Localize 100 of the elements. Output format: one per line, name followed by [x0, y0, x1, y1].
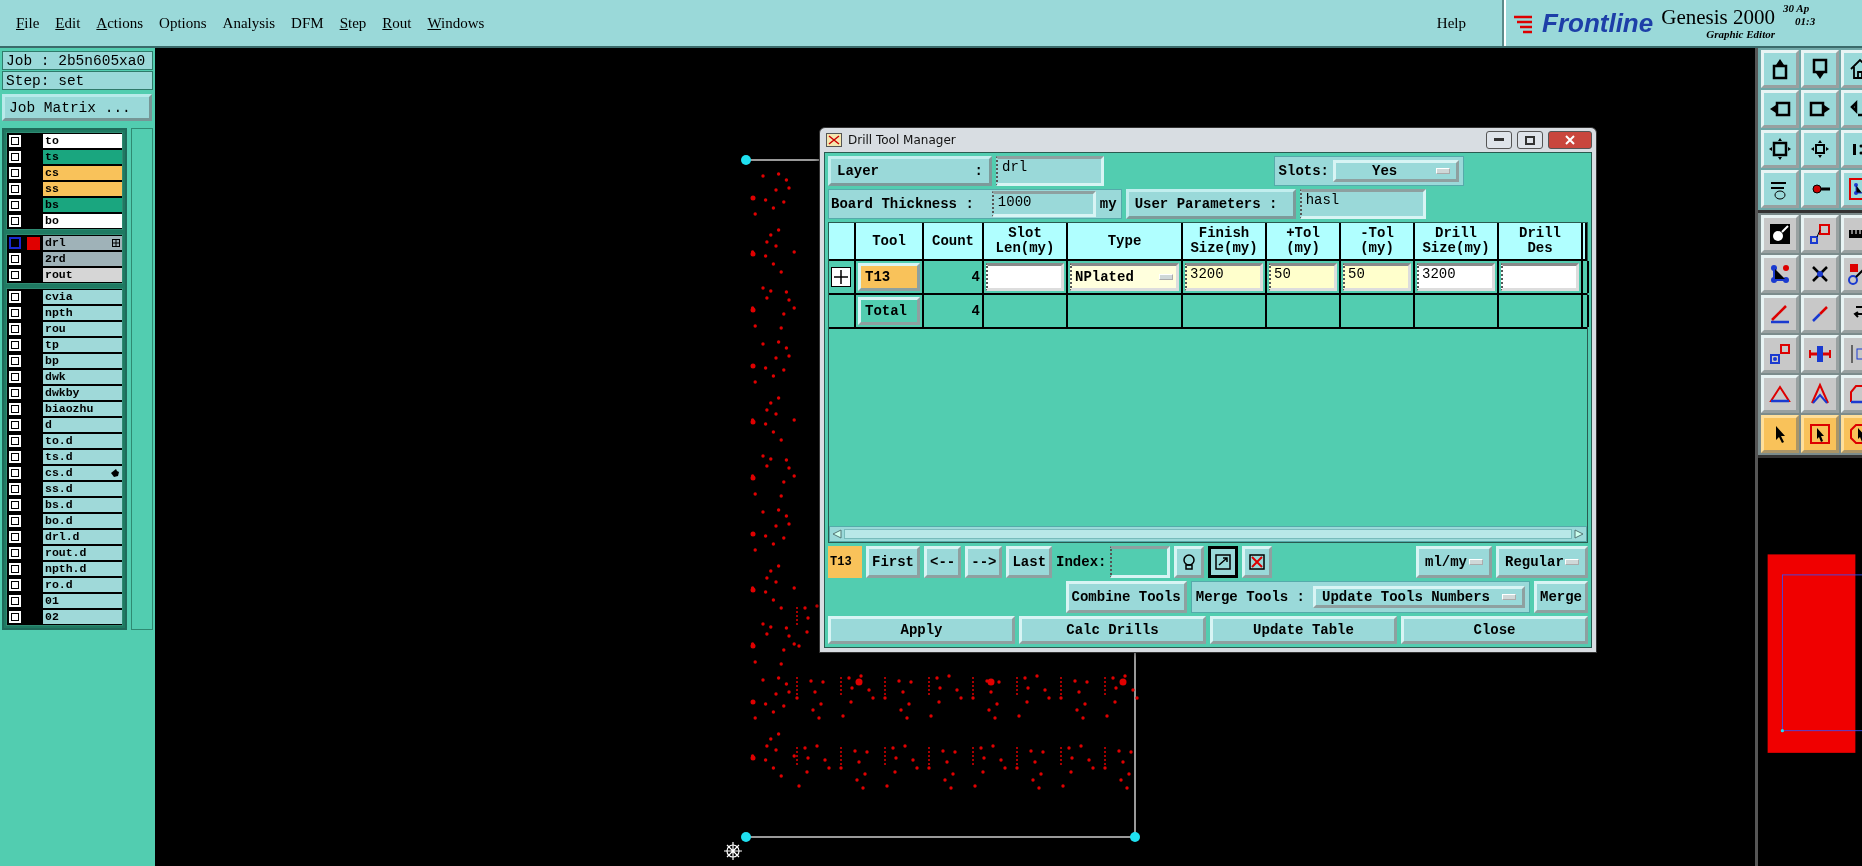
layer-item[interactable]: d: [43, 417, 122, 433]
action-button[interactable]: Close: [1401, 616, 1588, 644]
navigation-button[interactable]: -->: [965, 546, 1003, 578]
layer-item[interactable]: ss: [43, 181, 122, 197]
help-menu[interactable]: Help: [1428, 12, 1474, 34]
type-dropdown[interactable]: NPlated: [1070, 263, 1179, 291]
menu-item[interactable]: Step: [331, 12, 375, 34]
layer-item[interactable]: rou: [43, 321, 122, 337]
triangle-tool-button[interactable]: [1761, 375, 1799, 413]
box-up-tool-button[interactable]: [1761, 50, 1799, 88]
layer-checkbox[interactable]: [9, 237, 21, 249]
plus-tolerance-field[interactable]: 50: [1269, 263, 1337, 291]
layer-item[interactable]: cs.d: [43, 465, 122, 481]
action-button[interactable]: Update Table: [1210, 616, 1397, 644]
layer-item[interactable]: ts: [43, 149, 122, 165]
job-matrix-button[interactable]: Job Matrix ...: [2, 94, 152, 121]
drill-size-field[interactable]: 3200: [1417, 263, 1495, 291]
layer-item[interactable]: tp: [43, 337, 122, 353]
slot-length-field[interactable]: [986, 263, 1064, 291]
close-button[interactable]: [1548, 131, 1592, 149]
probe-tool-button[interactable]: [1801, 170, 1839, 208]
navigation-button[interactable]: <--: [924, 546, 962, 578]
tool-button[interactable]: T13: [858, 263, 920, 291]
drill-designation-field[interactable]: [1501, 263, 1579, 291]
action-button[interactable]: Apply: [828, 616, 1015, 644]
layer-item[interactable]: 2rd: [43, 251, 122, 267]
units-dropdown[interactable]: ml/my: [1416, 546, 1492, 578]
menu-item[interactable]: File: [8, 12, 48, 34]
layer-label-button[interactable]: Layer :: [828, 156, 992, 186]
menu-item[interactable]: Windows: [419, 12, 493, 34]
diagonal-tool-button[interactable]: [1801, 295, 1839, 333]
layer-item[interactable]: bo.d: [43, 513, 122, 529]
finish-size-field[interactable]: 3200: [1185, 263, 1263, 291]
menu-item[interactable]: Actions: [88, 12, 152, 34]
board-thickness-field[interactable]: 1000: [991, 191, 1096, 217]
box-arrow-button[interactable]: [1208, 546, 1239, 578]
user-parameters-button[interactable]: User Parameters :: [1125, 189, 1296, 219]
fit-tool-button[interactable]: [1761, 130, 1799, 168]
merge-button[interactable]: Merge: [1534, 581, 1588, 613]
cross-tool-button[interactable]: [1801, 255, 1839, 293]
layer-item[interactable]: npth.d: [43, 561, 122, 577]
horizontal-scrollbar[interactable]: [829, 526, 1587, 542]
layer-field[interactable]: drl: [996, 156, 1104, 186]
action-button[interactable]: Calc Drills: [1019, 616, 1206, 644]
menu-item[interactable]: Rout: [374, 12, 420, 34]
cursor-tool-button[interactable]: [1761, 415, 1799, 453]
layer-item[interactable]: to.d: [43, 433, 122, 449]
minus-tolerance-field[interactable]: 50: [1343, 263, 1411, 291]
cursor-box-tool-button[interactable]: [1801, 415, 1839, 453]
navigation-button[interactable]: First: [866, 546, 920, 578]
peak-tool-button[interactable]: [1801, 375, 1839, 413]
layer-item[interactable]: bs: [43, 197, 122, 213]
box-left-tool-button[interactable]: [1761, 90, 1799, 128]
menu-item[interactable]: Edit: [47, 12, 89, 34]
layer-item[interactable]: bp: [43, 353, 122, 369]
box-right-tool-button[interactable]: [1801, 90, 1839, 128]
box-down-tool-button[interactable]: [1801, 50, 1839, 88]
wrench-tool-button[interactable]: [1761, 170, 1799, 208]
layer-item[interactable]: 02: [43, 609, 122, 625]
scroll-thumb[interactable]: [844, 529, 1572, 539]
layer-item[interactable]: dwkby: [43, 385, 122, 401]
user-parameters-field[interactable]: hasl: [1299, 189, 1426, 219]
squares-tool-button[interactable]: [1801, 215, 1839, 253]
combine-tools-button[interactable]: Combine Tools: [1065, 581, 1187, 613]
bar-tool-button[interactable]: [1801, 335, 1839, 373]
mode-dropdown[interactable]: Regular: [1496, 546, 1588, 578]
menu-item[interactable]: DFM: [283, 12, 332, 34]
maximize-button[interactable]: [1517, 131, 1543, 149]
index-field[interactable]: [1110, 546, 1171, 578]
square-arrow-tool-button[interactable]: [1761, 335, 1799, 373]
layer-item[interactable]: bs.d: [43, 497, 122, 513]
expand-plus-icon[interactable]: [831, 267, 851, 287]
layer-item[interactable]: dwk: [43, 369, 122, 385]
total-button[interactable]: Total: [858, 297, 920, 325]
layer-item[interactable]: biaozhu: [43, 401, 122, 417]
scroll-left-icon[interactable]: [832, 529, 842, 539]
layer-item[interactable]: ro.d: [43, 577, 122, 593]
layer-item[interactable]: cs: [43, 165, 122, 181]
circle-arrow-tool-button[interactable]: [1761, 215, 1799, 253]
layer-item[interactable]: drl: [43, 235, 122, 251]
layer-item[interactable]: drl.d: [43, 529, 122, 545]
navigation-button[interactable]: Last: [1006, 546, 1053, 578]
cross-button[interactable]: [1242, 546, 1273, 578]
menu-item[interactable]: Options: [151, 12, 215, 34]
menu-item[interactable]: Analysis: [214, 12, 284, 34]
layer-item[interactable]: 01: [43, 593, 122, 609]
layer-item[interactable]: rout: [43, 267, 122, 283]
slots-dropdown[interactable]: Yes: [1333, 160, 1459, 182]
bulb-button[interactable]: [1174, 546, 1205, 578]
layer-item[interactable]: ss.d: [43, 481, 122, 497]
layer-item[interactable]: rout.d: [43, 545, 122, 561]
small-fit-tool-button[interactable]: [1801, 130, 1839, 168]
minimize-button[interactable]: [1486, 131, 1512, 149]
dots-tool-button[interactable]: [1761, 255, 1799, 293]
layer-item[interactable]: npth: [43, 305, 122, 321]
layer-item[interactable]: cvia: [43, 289, 122, 305]
layer-item[interactable]: bo: [43, 213, 122, 229]
scroll-right-icon[interactable]: [1574, 529, 1584, 539]
slant-tool-button[interactable]: [1761, 295, 1799, 333]
layer-item[interactable]: to: [43, 133, 122, 149]
